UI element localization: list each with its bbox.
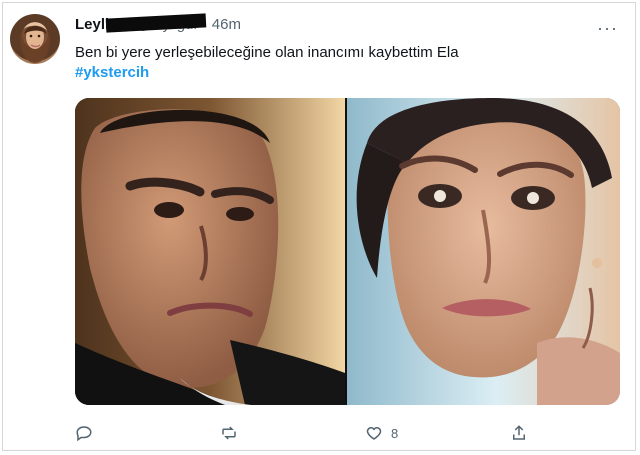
media-right-panel [347, 98, 620, 405]
woman-face-image [347, 98, 620, 405]
retweet-action[interactable] [220, 424, 238, 442]
like-count: 8 [391, 425, 399, 441]
avatar[interactable] [10, 14, 60, 64]
like-action[interactable]: 8 [365, 424, 398, 442]
avatar-image [20, 25, 50, 63]
share-icon [513, 425, 525, 440]
tweet-text: Ben bi yere yerleşebileceğine olan inanc… [75, 44, 459, 61]
man-face-image [75, 98, 345, 405]
retweet-icon [222, 426, 236, 440]
tweet-actions: 8 [75, 424, 545, 444]
tweet-time[interactable]: 46m [212, 16, 241, 33]
hashtag-link[interactable]: #ykstercih [75, 64, 149, 81]
media-left-panel [75, 98, 345, 405]
reply-action[interactable] [75, 424, 93, 442]
like-icon [366, 426, 382, 440]
more-options-icon[interactable]: ··· [597, 18, 618, 39]
reply-icon [76, 426, 92, 442]
share-action[interactable] [510, 424, 528, 442]
tweet-media[interactable] [75, 98, 620, 405]
